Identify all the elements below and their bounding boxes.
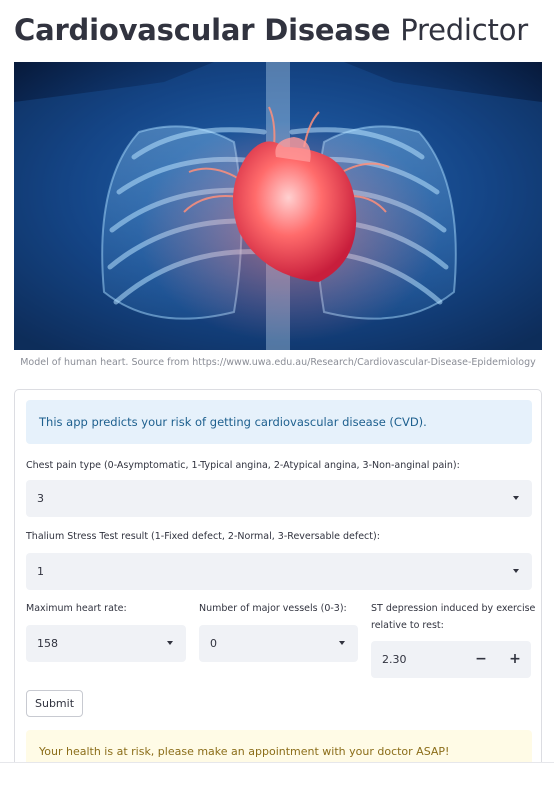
st-depression-label-line1: ST depression induced by exercise: [371, 603, 536, 614]
major-vessels-label: Number of major vessels (0-3):: [199, 603, 347, 614]
chest-pain-value: 3: [37, 492, 44, 505]
submit-button[interactable]: Submit: [26, 690, 83, 717]
thalium-value: 1: [37, 565, 44, 578]
bottom-bar: [0, 762, 554, 786]
chevron-down-icon: [167, 641, 173, 645]
st-depression-value[interactable]: 2.30: [382, 641, 407, 678]
page-title-bold: Cardiovascular Disease: [14, 13, 391, 47]
chevron-down-icon: [339, 641, 345, 645]
info-alert: This app predicts your risk of getting c…: [26, 400, 532, 444]
max-heart-rate-select[interactable]: 158: [26, 625, 186, 662]
chevron-down-icon: [513, 496, 519, 500]
major-vessels-value: 0: [210, 637, 217, 650]
st-depression-label-line2: relative to rest:: [371, 620, 444, 631]
page-title: Cardiovascular Disease Predictor: [14, 12, 528, 48]
max-heart-rate-value: 158: [37, 637, 58, 650]
major-vessels-select[interactable]: 0: [199, 625, 358, 662]
image-caption: Model of human heart. Source from https:…: [20, 357, 536, 368]
increment-button[interactable]: +: [499, 641, 531, 678]
thalium-select[interactable]: 1: [26, 553, 532, 590]
chest-pain-select[interactable]: 3: [26, 480, 532, 517]
decrement-button[interactable]: −: [465, 641, 497, 678]
heart-illustration: [14, 62, 542, 350]
st-depression-input[interactable]: 2.30 − +: [371, 641, 531, 678]
thalium-label: Thalium Stress Test result (1-Fixed defe…: [26, 531, 380, 542]
chevron-down-icon: [513, 569, 519, 573]
chest-pain-label: Chest pain type (0-Asymptomatic, 1-Typic…: [26, 460, 460, 471]
max-heart-rate-label: Maximum heart rate:: [26, 603, 127, 614]
page-title-regular: Predictor: [400, 13, 528, 47]
